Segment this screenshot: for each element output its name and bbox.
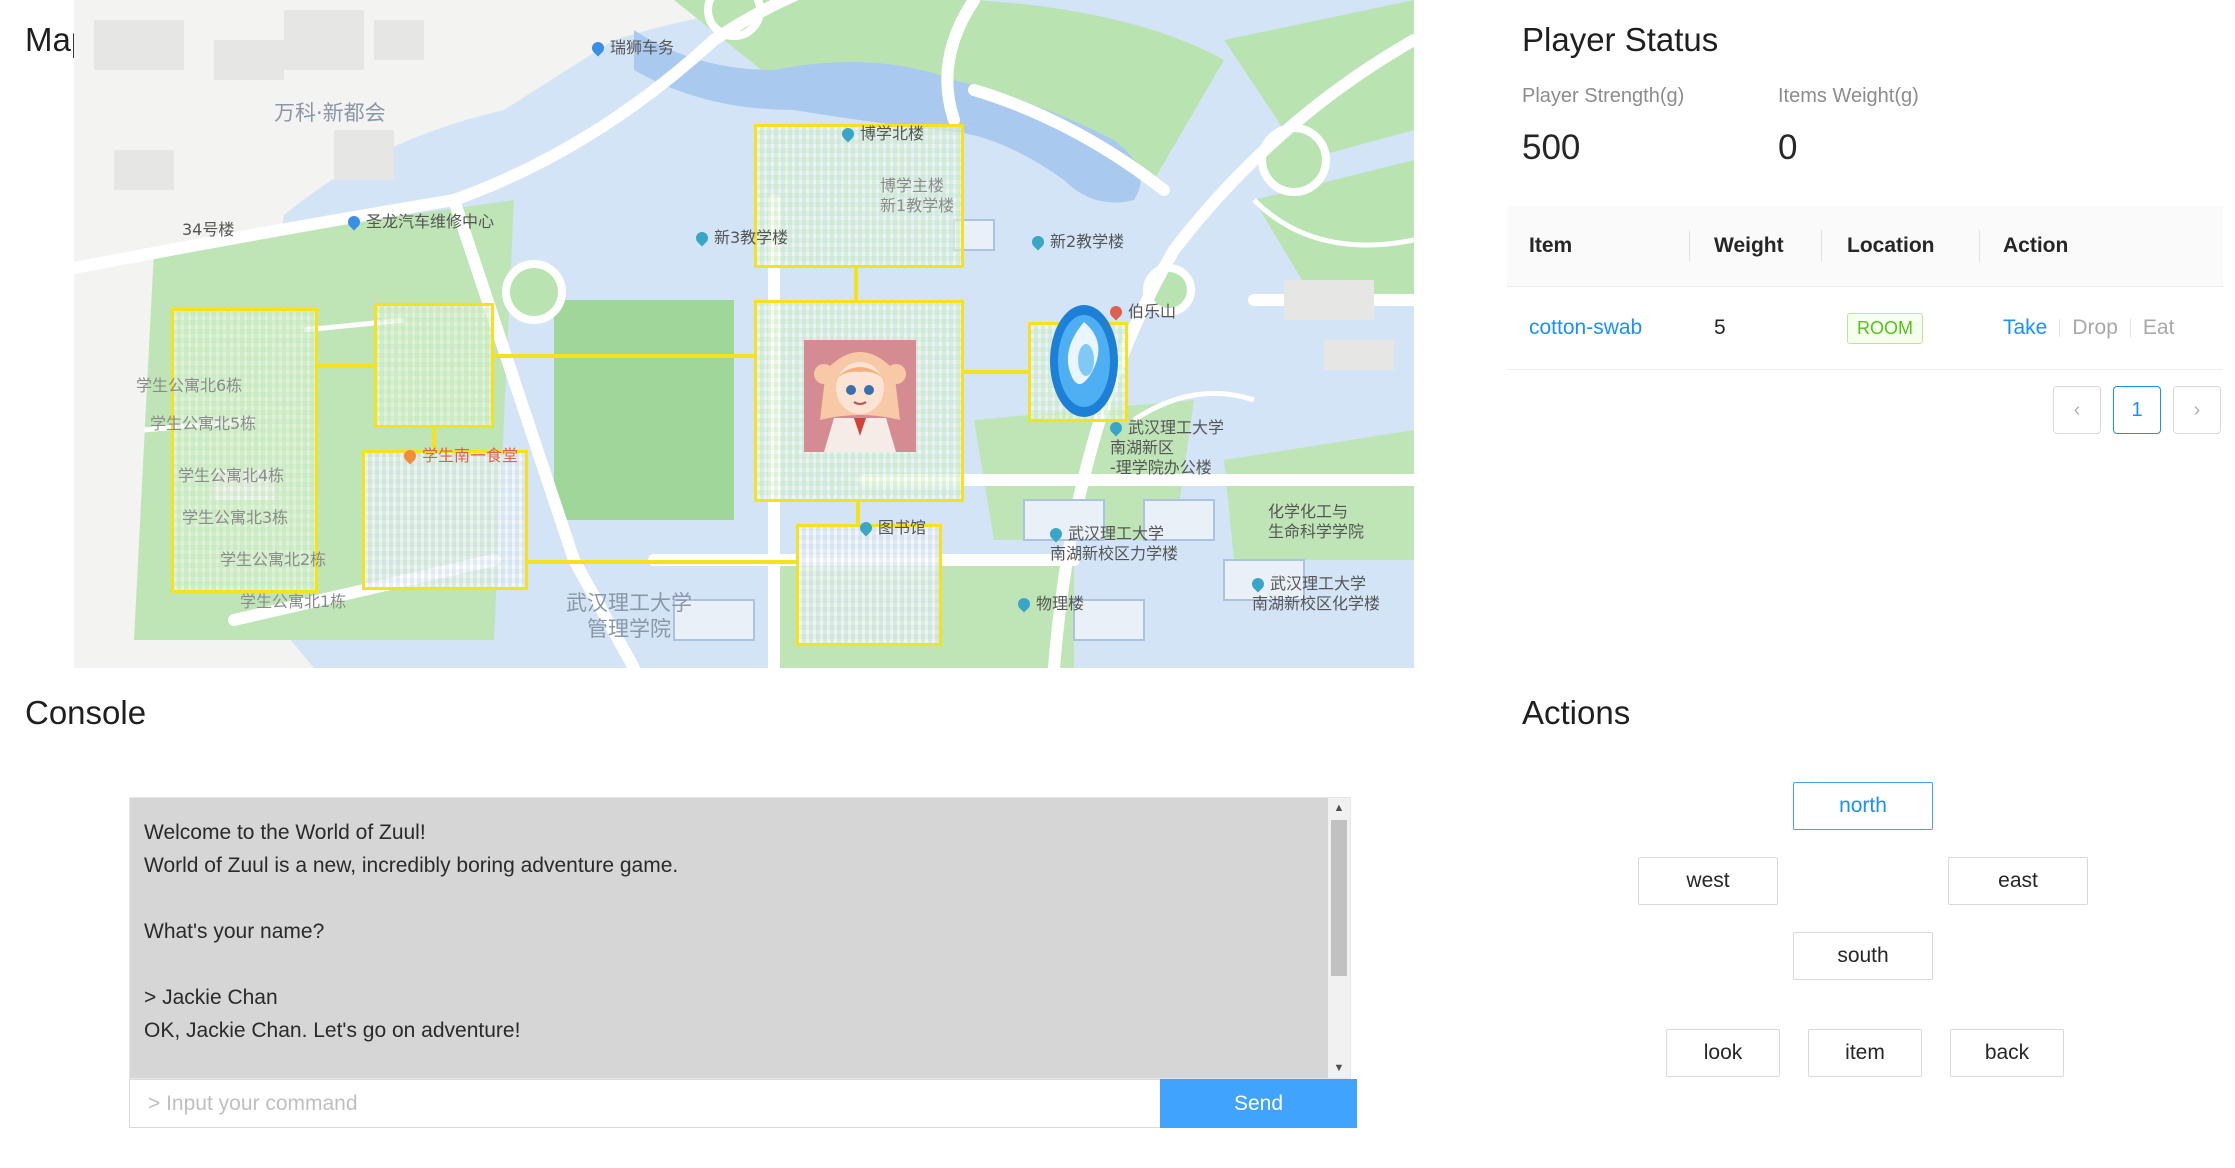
map-label: 新3教学楼 xyxy=(696,228,788,248)
scrollbar-thumb[interactable] xyxy=(1331,820,1347,976)
path-connector xyxy=(854,268,858,300)
path-connector xyxy=(964,370,1028,374)
chevron-left-icon: ‹ xyxy=(2073,398,2081,421)
map-label: 伯乐山 xyxy=(1110,302,1176,322)
pagination-prev-button[interactable]: ‹ xyxy=(2053,386,2101,434)
scroll-up-icon[interactable]: ▲ xyxy=(1328,798,1350,818)
west-button[interactable]: west xyxy=(1638,857,1778,905)
east-button[interactable]: east xyxy=(1948,857,2088,905)
header-weight: Weight xyxy=(1714,234,1784,257)
map-label: 武汉理工大学 南湖新区 -理学院办公楼 xyxy=(1110,418,1225,477)
room-south[interactable] xyxy=(796,524,942,646)
weight-value: 0 xyxy=(1778,128,1798,167)
map-label: 博学主楼 xyxy=(880,176,945,195)
map-label: 武汉理工大学 管理学院 xyxy=(566,591,692,642)
console-line: > Jackie Chan xyxy=(144,986,278,1009)
strength-label: Player Strength(g) xyxy=(1522,85,1685,107)
eat-button[interactable]: Eat xyxy=(2143,316,2175,340)
map-label: 34号楼 xyxy=(182,220,235,239)
look-button[interactable]: look xyxy=(1666,1029,1780,1077)
map-label: 万科·新都会 xyxy=(274,101,386,125)
path-connector xyxy=(494,354,754,358)
header-action: Action xyxy=(2003,234,2069,257)
location-tag: ROOM xyxy=(1847,312,1923,344)
map-label: 学生公寓北5栋 xyxy=(150,414,257,433)
map-label: 武汉理工大学 南湖新校区化学楼 xyxy=(1252,574,1381,613)
south-button[interactable]: south xyxy=(1793,932,1933,980)
north-button[interactable]: north xyxy=(1793,782,1933,830)
campus-map[interactable]: 瑞狮车务 万科·新都会 34号楼 圣龙汽车维修中心 博学北楼 博学主楼 新1教学… xyxy=(74,0,1414,668)
item-button[interactable]: item xyxy=(1808,1029,1922,1077)
console-line: World of Zuul is a new, incredibly borin… xyxy=(144,854,679,877)
path-connector xyxy=(318,364,374,368)
map-label: 学生南一食堂 xyxy=(404,446,518,466)
pagination-page-1[interactable]: 1 xyxy=(2113,386,2161,434)
map-label: 新1教学楼 xyxy=(880,196,955,215)
actions-title: Actions xyxy=(1522,694,1631,731)
table-row: cotton-swab 5 ROOM Take Drop Eat xyxy=(1507,287,2223,370)
console-line: What's your name? xyxy=(144,920,325,943)
header-item: Item xyxy=(1529,234,1573,257)
map-label: 武汉理工大学 南湖新校区力学楼 xyxy=(1050,524,1179,563)
map-label: 学生公寓北2栋 xyxy=(220,550,327,569)
map-label: 学生公寓北1栋 xyxy=(240,592,347,611)
chevron-right-icon: › xyxy=(2193,398,2201,421)
map-label: 瑞狮车务 xyxy=(592,38,674,58)
take-button[interactable]: Take xyxy=(2003,316,2047,340)
send-button[interactable]: Send xyxy=(1160,1079,1357,1128)
room-west-north[interactable] xyxy=(374,303,494,428)
map-label: 博学北楼 xyxy=(842,124,924,144)
map-label: 化学化工与 生命科学学院 xyxy=(1268,502,1365,541)
command-input[interactable] xyxy=(129,1079,1160,1128)
item-weight: 5 xyxy=(1714,316,1726,339)
zuul-game-page: Map 瑞狮车务 万科·新都会 34号楼 圣龙汽车维修中心 博学北楼 博学主楼 … xyxy=(0,0,2235,1168)
console-line: Welcome to the World of Zuul! xyxy=(144,821,426,844)
path-connector xyxy=(528,560,796,564)
map-label: 物理楼 xyxy=(1018,594,1084,614)
player-status-title: Player Status xyxy=(1522,21,1719,58)
pagination-next-button[interactable]: › xyxy=(2173,386,2221,434)
map-label: 新2教学楼 xyxy=(1032,232,1124,252)
map-label: 学生公寓北6栋 xyxy=(136,376,243,395)
console-log: Welcome to the World of Zuul! World of Z… xyxy=(144,816,1324,1047)
weight-label: Items Weight(g) xyxy=(1778,85,1919,107)
table-header: Item Weight Location Action xyxy=(1507,206,2223,287)
item-name-link[interactable]: cotton-swab xyxy=(1529,287,1642,369)
console-output[interactable]: Welcome to the World of Zuul! World of Z… xyxy=(129,797,1351,1079)
strength-value: 500 xyxy=(1522,128,1581,167)
scroll-down-icon[interactable]: ▼ xyxy=(1328,1058,1350,1078)
console-line: OK, Jackie Chan. Let's go on adventure! xyxy=(144,1019,521,1042)
map-label: 图书馆 xyxy=(860,518,926,538)
header-location: Location xyxy=(1847,234,1935,257)
map-label: 学生公寓北3栋 xyxy=(182,508,289,527)
map-label: 圣龙汽车维修中心 xyxy=(348,212,494,232)
room-west-south[interactable] xyxy=(362,450,528,590)
location-cell: ROOM xyxy=(1847,287,1923,369)
items-table: Item Weight Location Action cotton-swab … xyxy=(1507,206,2223,370)
drop-button[interactable]: Drop xyxy=(2072,316,2118,340)
console-scrollbar[interactable]: ▲ ▼ xyxy=(1328,798,1350,1078)
map-label: 学生公寓北4栋 xyxy=(178,466,285,485)
player-avatar xyxy=(804,340,916,452)
back-button[interactable]: back xyxy=(1950,1029,2064,1077)
action-cell: Take Drop Eat xyxy=(2003,287,2174,369)
console-title: Console xyxy=(25,694,147,731)
